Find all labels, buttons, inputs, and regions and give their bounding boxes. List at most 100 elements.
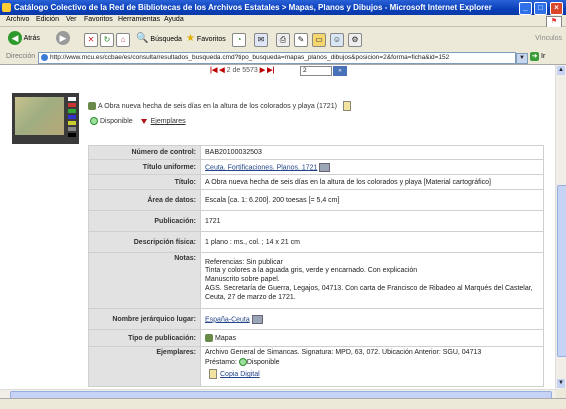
- available-icon: [238, 358, 247, 367]
- notas-line: AGS. Secretaría de Guerra, Legajos, 0471…: [205, 284, 533, 292]
- row-area-datos: Área de datos: Escala [ca. 1: 6.200]. 20…: [88, 189, 544, 211]
- availability-text: Disponible: [99, 117, 133, 125]
- window-titlebar: Catálogo Colectivo de la Red de Bibliote…: [0, 0, 566, 15]
- stop-icon[interactable]: ✕: [84, 33, 98, 47]
- prev-page-icon[interactable]: ◀: [219, 67, 224, 74]
- availability: Disponible Ejemplares: [90, 117, 186, 125]
- go-button[interactable]: ➜ Ir: [530, 52, 545, 61]
- forward-button[interactable]: ▶: [56, 31, 70, 47]
- address-input[interactable]: http://www.mcu.es/ccbae/es/consulta/resu…: [38, 52, 516, 64]
- folder-icon[interactable]: ▭: [312, 33, 326, 47]
- go-label: Ir: [541, 53, 546, 60]
- menu-favoritos[interactable]: Favoritos: [84, 16, 113, 23]
- browse-icon[interactable]: [251, 314, 263, 324]
- notas-line: Ceuta, 27 de marzo de 1721.: [205, 293, 296, 301]
- prestamo-line: Préstamo: Disponible: [205, 358, 539, 368]
- status-bar: [0, 398, 566, 409]
- prestamo-label: Préstamo:: [205, 359, 237, 366]
- messenger-icon[interactable]: ☺: [330, 33, 344, 47]
- history-icon[interactable]: ◔: [232, 33, 246, 47]
- field-label: Publicación:: [88, 210, 201, 232]
- titulo-uniforme-link[interactable]: Ceuta. Fortificaciones. Planos. 1721: [205, 164, 317, 171]
- color-swatch: [68, 133, 76, 137]
- page-go-button[interactable]: »: [333, 66, 347, 76]
- record-title: A Obra nueva hecha de seis días en la al…: [88, 101, 351, 111]
- row-titulo: Título: A Obra nueva hecha de seis días …: [88, 174, 544, 190]
- pager-position: 2 de 5573: [226, 67, 258, 74]
- row-ejemplares: Ejemplares: Archivo General de Simancas.…: [88, 346, 544, 387]
- window-title: Catálogo Colectivo de la Red de Bibliote…: [14, 3, 492, 12]
- prestamo-value: Disponible: [246, 359, 280, 366]
- minimize-button[interactable]: _: [519, 2, 532, 15]
- notas-line: Tinta y colores a la aguada gris, verde …: [205, 267, 418, 275]
- menu-herramientas[interactable]: Herramientas: [118, 16, 160, 23]
- document-icon: [209, 369, 217, 380]
- field-value: BAB20100032503: [200, 145, 544, 160]
- scroll-corner: [556, 389, 566, 398]
- refresh-icon[interactable]: ↻: [100, 33, 114, 47]
- print-icon[interactable]: ⎙: [276, 33, 290, 47]
- vertical-scrollbar[interactable]: ▲ ▼: [555, 65, 566, 389]
- field-value: Referencias: Sin publicar Tinta y colore…: [200, 252, 544, 309]
- field-label: Notas:: [88, 252, 201, 309]
- scroll-up-icon[interactable]: ▲: [557, 66, 565, 75]
- browse-icon[interactable]: [319, 162, 331, 172]
- lugar-link[interactable]: España-Ceuta: [205, 316, 250, 323]
- field-value: 1 plano : ms., col. ; 14 x 21 cm: [200, 231, 544, 253]
- page-number-input[interactable]: 2: [300, 66, 332, 76]
- favorites-button[interactable]: ★ Favoritos: [186, 31, 226, 47]
- copies-link[interactable]: Ejemplares: [151, 118, 186, 125]
- home-icon[interactable]: ⌂: [116, 33, 130, 47]
- field-label: Ejemplares:: [88, 346, 201, 387]
- row-tipo-publicacion: Tipo de publicación: Mapas: [88, 329, 544, 347]
- expand-triangle-icon: [140, 118, 147, 124]
- row-notas: Notas: Referencias: Sin publicar Tinta y…: [88, 252, 544, 309]
- field-value: Ceuta. Fortificaciones. Planos. 1721: [200, 159, 544, 175]
- next-page-icon[interactable]: ▶: [260, 67, 265, 74]
- back-arrow-icon: ◀: [8, 31, 22, 46]
- record-details-table: Número de control: BAB20100032503 Título…: [88, 145, 544, 387]
- map-thumbnail[interactable]: [12, 93, 79, 144]
- close-button[interactable]: ×: [550, 2, 563, 15]
- maximize-button[interactable]: □: [534, 2, 547, 15]
- row-numero-control: Número de control: BAB20100032503: [88, 145, 544, 160]
- toolbar: ◀ Atrás ▶ ✕ ↻ ⌂ 🔍 Búsqueda ★ Favoritos ◔…: [0, 27, 566, 52]
- links-label[interactable]: Vínculos: [535, 35, 562, 42]
- favorites-label: Favoritos: [196, 36, 226, 43]
- menu-edicion[interactable]: Edición: [36, 16, 59, 23]
- menu-archivo[interactable]: Archivo: [6, 16, 29, 23]
- back-label: Atrás: [23, 35, 40, 42]
- scroll-down-icon[interactable]: ▼: [557, 379, 565, 388]
- search-button[interactable]: 🔍 Búsqueda: [136, 31, 182, 47]
- field-value: Archivo General de Simancas. Signatura: …: [200, 346, 544, 387]
- field-label: Tipo de publicación:: [88, 329, 201, 347]
- copia-digital-link[interactable]: Copia Digital: [220, 371, 260, 378]
- color-swatch: [68, 97, 76, 101]
- color-swatch: [68, 115, 76, 119]
- page-content: |◀ ◀ 2 de 5573 ▶ ▶| 2 » A Obra nueva hec…: [0, 65, 556, 389]
- field-label: Descripción física:: [88, 231, 201, 253]
- address-dropdown-icon[interactable]: ▼: [516, 53, 528, 64]
- row-nombre-lugar: Nombre jerárquico lugar: España-Ceuta: [88, 308, 544, 330]
- page-icon: [41, 53, 48, 61]
- tipo-value: Mapas: [215, 334, 237, 342]
- last-page-icon[interactable]: ▶|: [267, 67, 274, 74]
- star-icon: ★: [186, 33, 195, 44]
- edit-icon[interactable]: ✎: [294, 33, 308, 47]
- document-icon[interactable]: [342, 101, 351, 111]
- mail-icon[interactable]: ✉: [254, 33, 268, 47]
- first-page-icon[interactable]: |◀: [210, 67, 217, 74]
- back-button[interactable]: ◀ Atrás: [8, 31, 40, 47]
- menu-ayuda[interactable]: Ayuda: [164, 16, 184, 23]
- row-titulo-uniforme: Título uniforme: Ceuta. Fortificaciones.…: [88, 159, 544, 175]
- tools-icon[interactable]: ⚙: [348, 33, 362, 47]
- menu-ver[interactable]: Ver: [66, 16, 77, 23]
- field-value: 1721: [200, 210, 544, 232]
- address-url: http://www.mcu.es/ccbae/es/consulta/resu…: [50, 54, 450, 61]
- row-descripcion-fisica: Descripción física: 1 plano : ms., col. …: [88, 231, 544, 253]
- color-swatch: [68, 109, 76, 113]
- field-label: Área de datos:: [88, 189, 201, 211]
- scroll-thumb[interactable]: [557, 185, 566, 357]
- color-swatch: [68, 121, 76, 125]
- notas-line: Referencias: Sin publicar: [205, 258, 283, 266]
